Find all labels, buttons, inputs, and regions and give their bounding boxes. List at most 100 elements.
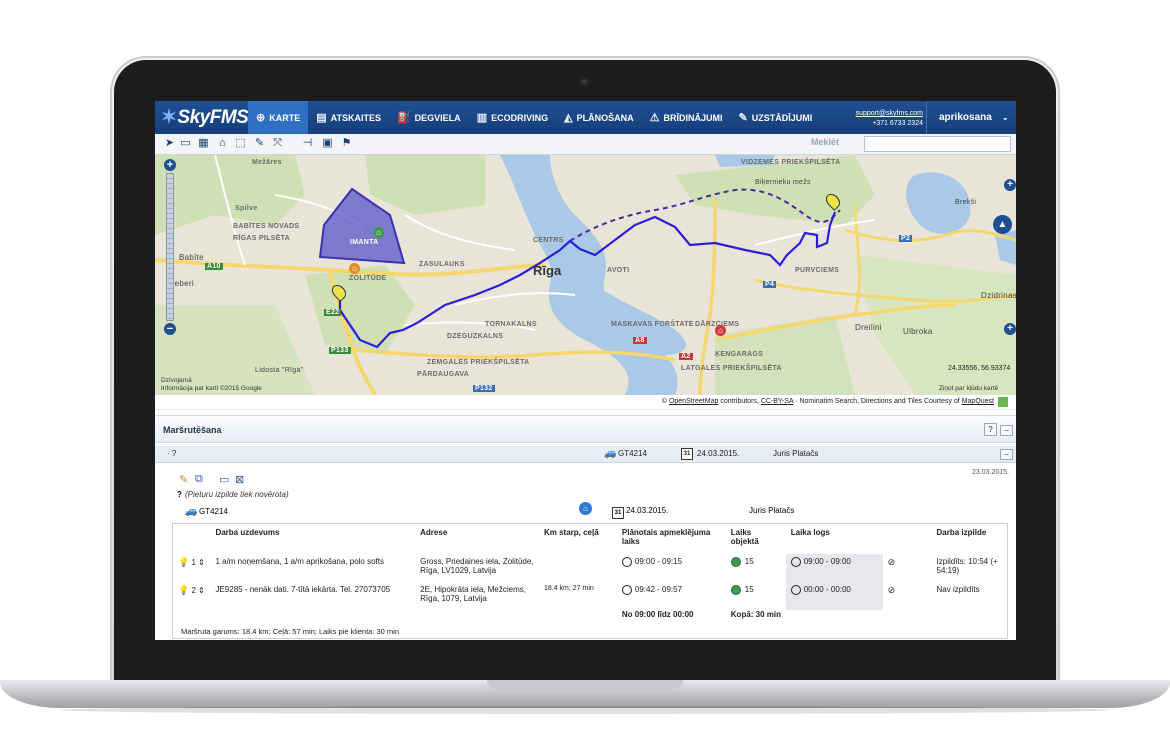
map-label: Lidosta "Rīga" — [255, 367, 304, 374]
clock-icon — [790, 585, 801, 595]
warning-icon: ⚠ — [649, 112, 660, 124]
map-label: BABĪTES NOVADS — [233, 223, 300, 230]
onsite-cell: 15 — [744, 557, 754, 567]
nav-karte[interactable]: ⊕ KARTE — [248, 101, 309, 134]
home-marker-icon[interactable]: ⌂ — [715, 325, 726, 336]
map-label: Dreilini — [855, 323, 882, 332]
route-driver: Juris Platačs — [773, 449, 819, 458]
map-toolbar: ➤ ▭ ▦ ⌂ ⬚ ✎ ⤧ ⊣ ▣ ⚑ Meklēt — [155, 134, 1016, 155]
reorder-icon[interactable]: ⇕ — [198, 586, 205, 595]
layers-tool-icon[interactable]: ⚑ — [340, 137, 353, 150]
measure-tool-icon[interactable]: ▦ — [197, 137, 210, 150]
panel-title: Maršrutēšana — [163, 425, 222, 435]
zoom-in-button[interactable]: + — [164, 159, 176, 171]
mapquest-logo-icon — [998, 397, 1008, 407]
col-header: Adrese — [420, 528, 448, 537]
col-header: Darba uzdevums — [215, 528, 280, 537]
fullscreen-tool-icon[interactable]: ⤧ — [271, 137, 284, 150]
nav-degviela[interactable]: ⛽ DEGVIELA — [389, 101, 469, 134]
cursor-coordinates: 24.33556, 56.93374 — [948, 365, 1011, 372]
window-cell: 00:00 - 00:00 — [803, 585, 851, 595]
road-shield: P4 — [763, 281, 777, 288]
road-shield: A10 — [205, 263, 223, 270]
chevron-down-icon: ⌄ — [1001, 113, 1009, 122]
route-icon: ◭ — [564, 112, 573, 124]
map-attribution: © OpenStreetMap contributors, CC-BY-SA ·… — [155, 395, 1016, 410]
monitor-icon[interactable]: ▭ — [219, 473, 229, 486]
road-shield: A2 — [679, 353, 693, 360]
support-contact: support@skyfms.com +371 6733 2324 — [849, 109, 923, 129]
collapse-button[interactable]: − — [1000, 425, 1013, 436]
route-tool-icon[interactable]: ⊣ — [301, 137, 314, 150]
support-email[interactable]: support@skyfms.com — [849, 109, 923, 119]
route-summary-row[interactable]: · ? 🚙 GT4214 31 24.03.2015. Juris Platač… — [155, 446, 1016, 463]
home-icon[interactable]: ⌂ — [579, 502, 592, 515]
map[interactable]: Mežāres Spilve BABĪTES NOVADS RĪGAS PILS… — [155, 155, 1016, 395]
map-label: Babīte — [179, 253, 204, 262]
table-row[interactable]: 💡 2 ⇕ JE9285 - nenāk dati. 7-tītā iekārt… — [173, 582, 1008, 610]
table-header-row: Darba uzdevums Adrese Km starp, ceļā Plā… — [173, 524, 1008, 555]
map-label: Spilve — [235, 205, 258, 212]
user-menu[interactable]: aprikosana ⌄ — [926, 101, 1016, 134]
map-view-icon[interactable]: ⊠ — [235, 473, 244, 486]
planned-cell: 09:00 - 09:15 — [634, 557, 683, 567]
search-input[interactable] — [864, 136, 1011, 152]
ruler-tool-icon[interactable]: ▭ — [179, 137, 192, 150]
road-shield: P132 — [473, 385, 495, 392]
map-label: Mežāres — [252, 159, 282, 166]
pan-right-button[interactable]: + — [1004, 323, 1016, 335]
reorder-icon[interactable]: ⇕ — [198, 558, 205, 567]
map-label: ĶENGARAGS — [715, 351, 764, 358]
report-map-error-link[interactable]: Ziņot par kļūdu kartē — [939, 385, 998, 392]
car-icon: 🚙 — [604, 448, 617, 459]
status-dot-icon — [730, 557, 741, 567]
task-table: Darba uzdevums Adrese Km starp, ceļā Plā… — [172, 523, 1008, 639]
vehicle-tool-icon[interactable]: ▣ — [321, 137, 334, 150]
cancel-icon[interactable]: ⊘ — [888, 585, 896, 595]
map-label: Rīga — [533, 263, 562, 278]
home-tool-icon[interactable]: ⌂ — [216, 137, 229, 150]
alert-map-icon[interactable]: ▲ — [993, 215, 1012, 234]
camera — [579, 76, 590, 87]
copy-icon[interactable]: ⧉ — [195, 473, 203, 486]
polygon-tool-icon[interactable]: ⬚ — [234, 137, 247, 150]
cancel-icon[interactable]: ⊘ — [888, 557, 896, 567]
home-marker-icon[interactable]: ⌂ — [349, 263, 360, 274]
laptop-shadow — [60, 706, 1110, 714]
routing-panel: Maršrutēšana ? − · ? 🚙 GT4214 31 24.03.2… — [155, 415, 1016, 640]
order-note: (Pieturu izpilde tiek novērota) — [185, 490, 289, 499]
pointer-tool-icon[interactable]: ➤ — [163, 137, 176, 150]
report-icon: ▤ — [316, 112, 327, 124]
skyfms-logo[interactable]: ✶SkyFMS — [161, 106, 249, 129]
nav-planosana[interactable]: ◭ PLĀNOŠANA — [556, 101, 641, 134]
map-label: VIDZEMES PRIEKŠPILSĒTA — [741, 159, 841, 166]
nav-uzstadijumi[interactable]: ✎ UZSTĀDĪJUMI — [730, 101, 820, 134]
nav-ecodriving[interactable]: ▥ ECODRIVING — [469, 101, 556, 134]
created-date: 23.03.2015. — [972, 469, 1009, 476]
mapquest-link[interactable]: MapQuest — [962, 398, 994, 405]
route-vehicle: GT4214 — [618, 449, 647, 458]
col-header: Km starp, ceļā — [543, 528, 599, 537]
table-row[interactable]: 💡 1 ⇕ 1 a/m noņemšana, 1 a/m aprikošana,… — [173, 554, 1008, 582]
collapse-row-button[interactable]: − — [1000, 449, 1013, 460]
google-notice: Informācija par karti ©2015 Google — [161, 385, 262, 392]
osm-link[interactable]: OpenStreetMap — [669, 398, 718, 405]
address-cell: 2E, Hipokrāta iela, Mežciems, Rīga, 1079… — [420, 585, 526, 603]
pan-right-button[interactable]: + — [1004, 179, 1016, 191]
zoom-out-button[interactable]: − — [164, 323, 176, 335]
map-label: PĀRDAUGAVA — [417, 371, 470, 378]
edit-icon[interactable]: ✎ — [179, 473, 188, 486]
zoom-slider[interactable] — [166, 173, 174, 321]
map-road — [404, 214, 516, 251]
edit-tool-icon[interactable]: ✎ — [253, 137, 266, 150]
nav-atskaites[interactable]: ▤ ATSKAITES — [308, 101, 389, 134]
nav-bridinajumi[interactable]: ⚠ BRĪDINĀJUMI — [642, 101, 731, 134]
status-cell: Nav izpildīts — [936, 585, 980, 594]
col-header: Plānotais apmeklējuma laiks — [621, 528, 711, 546]
car-icon: 🚙 — [185, 506, 198, 517]
screen: ✶SkyFMS ⊕ KARTE ▤ ATSKAITES ⛽ DEGVIELA ▥ ECO… — [155, 101, 1016, 640]
home-marker-icon[interactable]: ⌂ — [373, 227, 384, 238]
license-link[interactable]: CC-BY-SA — [761, 398, 793, 405]
map-label: CENTRS — [533, 237, 564, 244]
help-button[interactable]: ? — [984, 423, 997, 436]
